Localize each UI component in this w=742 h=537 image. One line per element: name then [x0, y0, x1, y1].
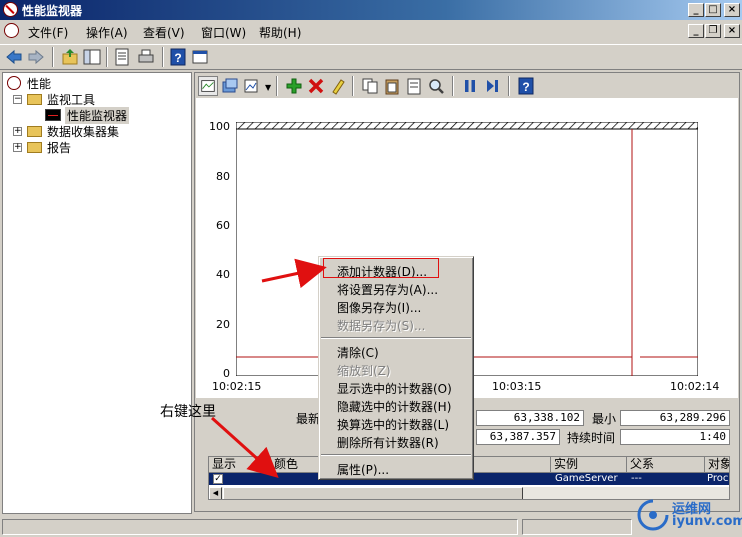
arrow-to-counter-row	[210, 416, 279, 479]
status-panel-secondary	[522, 519, 632, 535]
annotation-right-click-here: 右键这里	[160, 404, 216, 420]
status-bar	[0, 517, 742, 537]
status-panel-main	[2, 519, 518, 535]
arrow-to-add-counters	[261, 258, 327, 289]
annotation-arrows	[210, 258, 327, 479]
